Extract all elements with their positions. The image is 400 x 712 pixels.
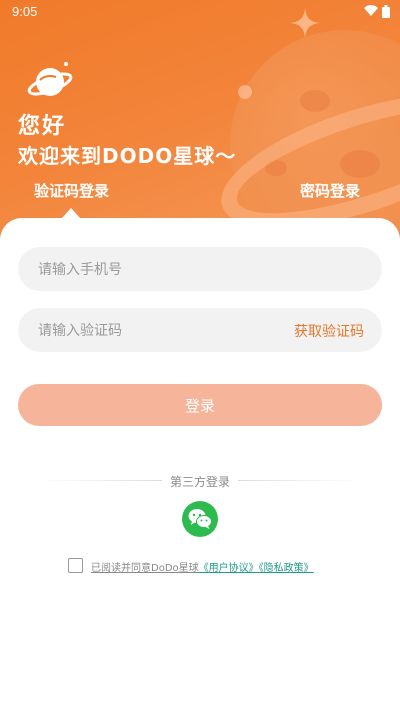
phone-input[interactable]: [36, 247, 280, 293]
status-bar: 9:05: [0, 0, 400, 24]
planet-logo-icon: [27, 62, 73, 96]
planet-crater: [300, 90, 330, 112]
code-input[interactable]: [36, 308, 280, 354]
phone-field: [18, 247, 382, 293]
wechat-login-button[interactable]: [182, 501, 218, 537]
battery-icon: [382, 5, 390, 18]
get-code-button[interactable]: 获取验证码: [294, 321, 364, 341]
active-tab-indicator: [62, 208, 80, 218]
wifi-icon: [364, 5, 378, 16]
agreement-text: 已阅读并同意DoDo星球《用户协议》《隐私政策》: [91, 559, 314, 574]
agreement-prefix: 已阅读并同意DoDo星球: [91, 563, 199, 574]
welcome-subtitle: 欢迎来到DODO星球～: [18, 144, 237, 168]
agreement-checkbox[interactable]: [68, 558, 83, 573]
code-field: 获取验证码: [18, 308, 382, 354]
tab-code-login[interactable]: 验证码登录: [34, 180, 109, 201]
agreement-row: 已阅读并同意DoDo星球《用户协议》《隐私政策》: [68, 558, 388, 574]
login-button[interactable]: 登录: [18, 384, 382, 426]
status-time: 9:05: [12, 4, 38, 19]
greeting-title: 您好: [18, 114, 67, 139]
decorative-dot: [238, 85, 252, 99]
user-agreement-link[interactable]: 《用户协议》: [199, 563, 259, 574]
wechat-icon: [188, 509, 212, 529]
privacy-policy-link[interactable]: 《隐私政策》: [259, 563, 314, 574]
divider-right: [238, 480, 360, 481]
tab-password-login[interactable]: 密码登录: [300, 180, 360, 201]
third-party-label: 第三方登录: [169, 475, 230, 489]
divider-left: [40, 480, 162, 481]
